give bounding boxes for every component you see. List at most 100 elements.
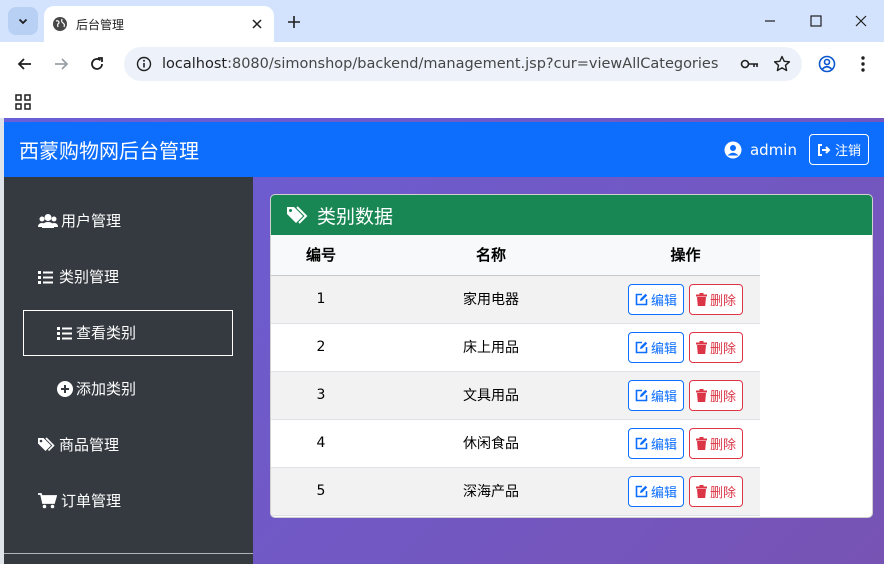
edit-button[interactable]: 编辑 xyxy=(627,475,684,507)
trash-icon xyxy=(696,340,707,354)
username: admin xyxy=(749,140,797,159)
app-header: 西蒙购物网后台管理 admin 注销 xyxy=(4,122,884,177)
url-path: :8080/simonshop/backend/management.jsp?c… xyxy=(227,56,719,72)
delete-button[interactable]: 删除 xyxy=(689,283,744,315)
logout-button[interactable]: 注销 xyxy=(808,134,869,165)
sidebar-item-products[interactable]: 商品管理 xyxy=(38,434,119,455)
new-tab-icon[interactable] xyxy=(283,11,305,33)
url-text: localhost:8080/simonshop/backend/managem… xyxy=(162,56,738,72)
brand-title[interactable]: 西蒙购物网后台管理 xyxy=(19,135,199,164)
edit-icon xyxy=(635,341,648,353)
table-header-row: 编号 名称 操作 xyxy=(271,235,760,276)
table-row: 1 家用电器 编辑 删除 xyxy=(271,275,760,324)
app-viewport: 西蒙购物网后台管理 admin 注销 用户管理 类别管理 查看类别 添加类别 商… xyxy=(4,118,884,564)
sidebar-divider xyxy=(4,553,253,554)
tab-search-button[interactable] xyxy=(8,7,38,35)
column-header-actions: 操作 xyxy=(611,235,760,276)
column-header-name: 名称 xyxy=(371,235,611,276)
actions-group: 编辑 删除 xyxy=(611,331,760,363)
user-area: admin 注销 xyxy=(724,134,869,165)
users-icon xyxy=(38,212,58,230)
delete-button[interactable]: 删除 xyxy=(689,379,744,411)
sidebar-item-view-categories[interactable]: 查看类别 xyxy=(57,322,136,343)
delete-button[interactable]: 删除 xyxy=(689,427,744,459)
delete-button[interactable]: 删除 xyxy=(689,331,744,363)
category-name: 文具用品 xyxy=(371,371,611,420)
tab-title: 后台管理 xyxy=(76,17,125,32)
sidebar-item-users[interactable]: 用户管理 xyxy=(38,210,121,231)
profile-icon[interactable] xyxy=(814,51,840,77)
edit-button[interactable]: 编辑 xyxy=(627,331,684,363)
category-name: 休闲食品 xyxy=(371,419,611,468)
row-actions: 编辑 删除 xyxy=(611,275,760,324)
category-id: 2 xyxy=(271,323,371,372)
panel-title: 类别数据 xyxy=(317,205,394,228)
row-actions: 编辑 删除 xyxy=(611,323,760,372)
trash-icon xyxy=(696,484,707,498)
edit-button[interactable]: 编辑 xyxy=(627,427,684,459)
delete-button[interactable]: 删除 xyxy=(689,475,744,507)
forward-icon[interactable] xyxy=(48,51,74,77)
sidebar-item-label: 订单管理 xyxy=(61,492,122,510)
table-row: 5 深海产品 编辑 删除 xyxy=(271,467,760,516)
actions-group: 编辑 删除 xyxy=(611,379,760,411)
category-id: 4 xyxy=(271,419,371,468)
category-id: 1 xyxy=(271,275,371,324)
list-icon xyxy=(38,268,54,286)
edit-label: 编辑 xyxy=(650,485,677,501)
actions-group: 编辑 删除 xyxy=(611,475,760,507)
edit-label: 编辑 xyxy=(650,293,677,309)
key-icon[interactable] xyxy=(738,52,762,76)
delete-label: 删除 xyxy=(710,293,737,309)
category-id: 5 xyxy=(271,467,371,516)
edit-icon xyxy=(635,437,648,449)
tags-icon xyxy=(287,206,308,224)
menu-kebab-icon[interactable] xyxy=(850,51,876,77)
site-info-icon[interactable] xyxy=(134,54,154,74)
category-name: 深海产品 xyxy=(371,467,611,516)
cart-icon xyxy=(38,492,58,510)
delete-label: 删除 xyxy=(710,485,737,501)
sidebar-item-label: 商品管理 xyxy=(59,436,120,454)
address-bar[interactable]: localhost:8080/simonshop/backend/managem… xyxy=(124,47,802,81)
table-row: 4 休闲食品 编辑 删除 xyxy=(271,419,760,468)
column-header-id: 编号 xyxy=(271,235,371,276)
close-tab-icon[interactable] xyxy=(248,15,266,33)
sidebar-item-orders[interactable]: 订单管理 xyxy=(38,490,121,511)
edit-label: 编辑 xyxy=(650,341,677,357)
back-icon[interactable] xyxy=(12,51,38,77)
minimize-icon[interactable] xyxy=(758,10,782,32)
row-actions: 编辑 删除 xyxy=(611,371,760,420)
sign-out-icon xyxy=(817,143,831,156)
delete-label: 删除 xyxy=(710,389,737,405)
delete-label: 删除 xyxy=(710,437,737,453)
category-name: 床上用品 xyxy=(371,323,611,372)
trash-icon xyxy=(696,436,707,450)
reload-icon[interactable] xyxy=(84,51,110,77)
edit-button[interactable]: 编辑 xyxy=(627,379,684,411)
tags-icon xyxy=(38,436,56,454)
edit-button[interactable]: 编辑 xyxy=(627,283,684,315)
delete-label: 删除 xyxy=(710,341,737,357)
actions-group: 编辑 删除 xyxy=(611,427,760,459)
row-actions: 编辑 删除 xyxy=(611,419,760,468)
browser-tab-active[interactable]: 后台管理 xyxy=(44,6,274,42)
category-id: 3 xyxy=(271,371,371,420)
panel-header: 类别数据 xyxy=(271,195,872,235)
trash-icon xyxy=(696,388,707,402)
browser-tab-strip: 后台管理 xyxy=(0,0,884,42)
sidebar-item-categories[interactable]: 类别管理 xyxy=(38,266,119,287)
edit-label: 编辑 xyxy=(650,389,677,405)
trash-icon xyxy=(696,292,707,306)
user-circle-icon xyxy=(724,141,742,159)
globe-icon xyxy=(52,16,68,32)
bookmarks-bar xyxy=(0,86,884,118)
edit-icon xyxy=(635,293,648,305)
maximize-icon[interactable] xyxy=(804,10,828,32)
bookmark-star-icon[interactable] xyxy=(770,52,794,76)
sidebar-item-add-category[interactable]: 添加类别 xyxy=(57,378,136,399)
window-close-icon[interactable] xyxy=(849,10,873,32)
edit-icon xyxy=(635,485,648,497)
sidebar-item-label: 类别管理 xyxy=(59,268,120,286)
apps-grid-icon[interactable] xyxy=(14,93,32,111)
